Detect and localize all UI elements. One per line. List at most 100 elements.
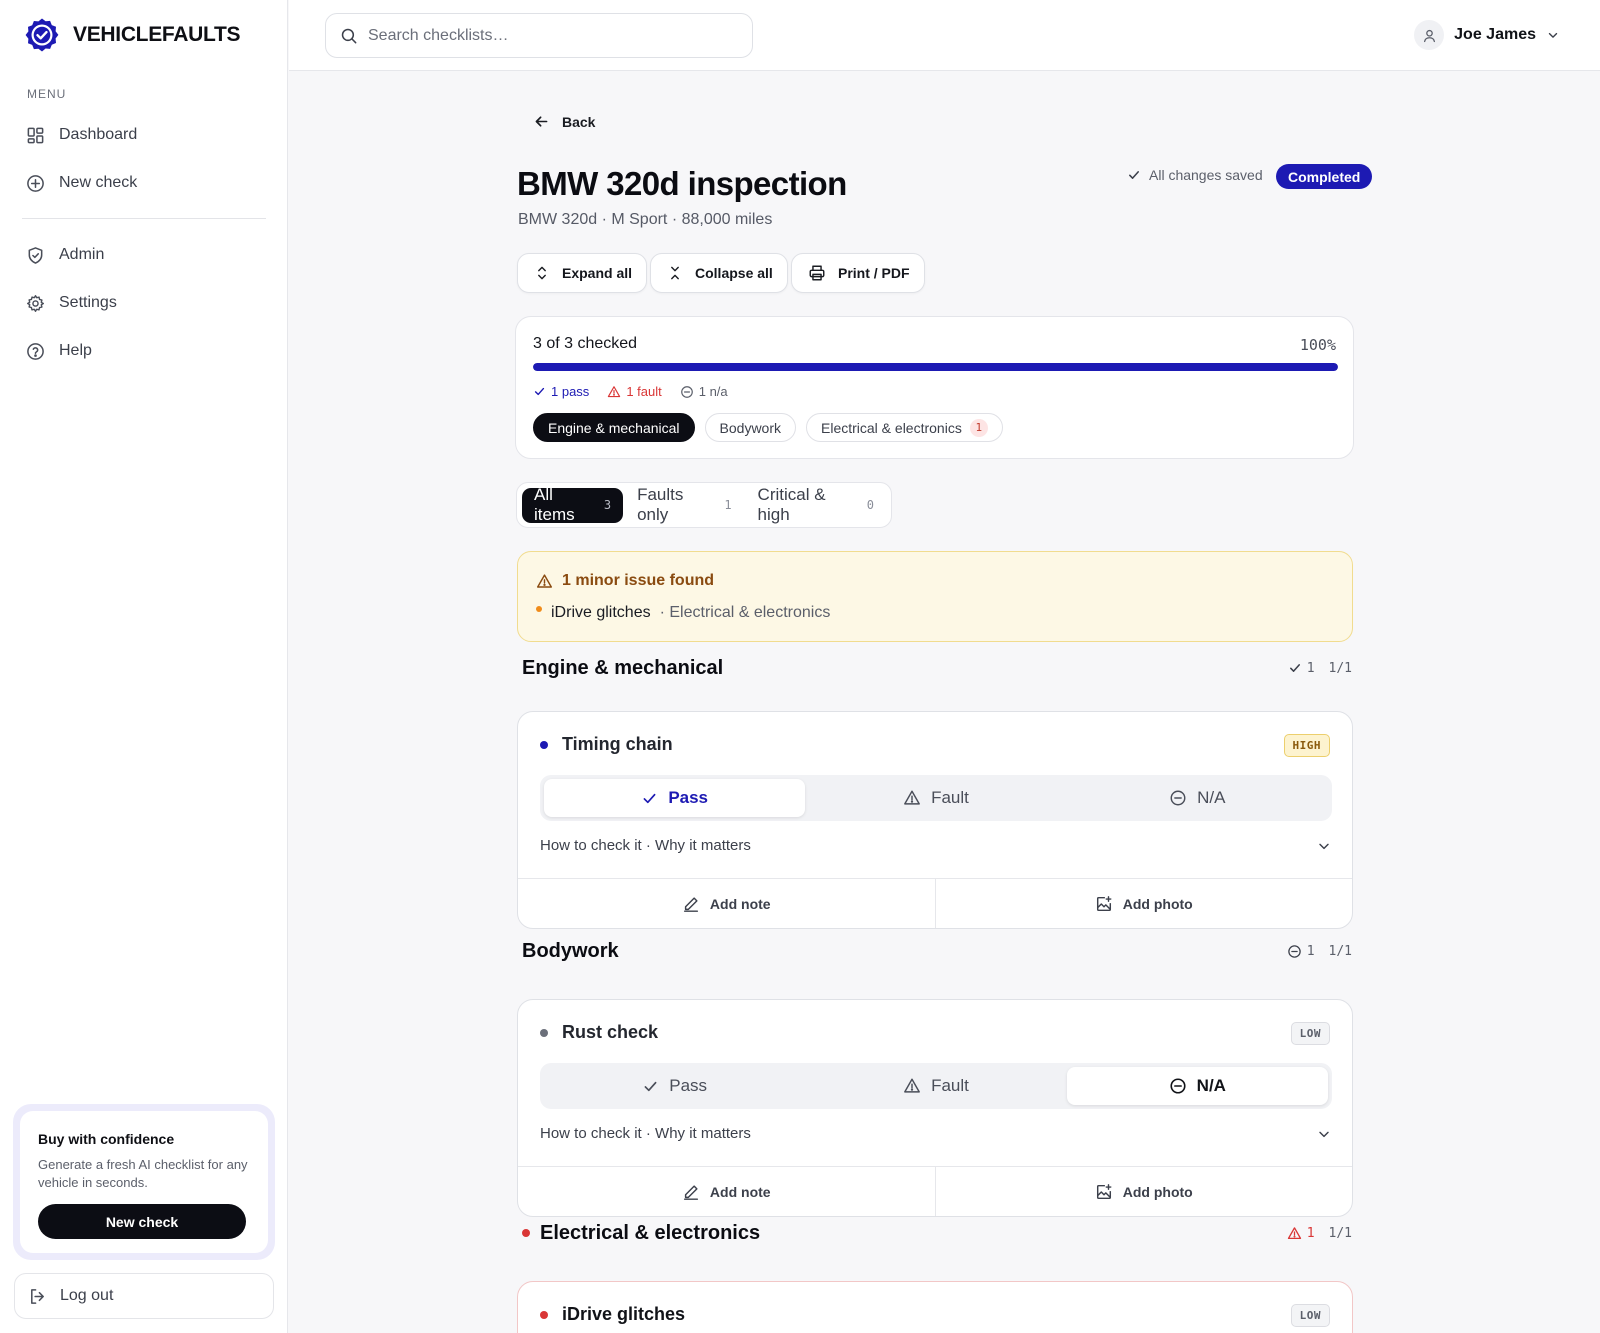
add-photo-button[interactable]: Add photo: [934, 1167, 1353, 1216]
sidebar-item-label: New check: [59, 174, 138, 191]
chevrons-collapse-icon: [667, 265, 683, 281]
help-circle-icon: [26, 342, 45, 361]
severity-badge: HIGH: [1283, 734, 1330, 757]
section-fraction: 1/1: [1328, 1225, 1352, 1241]
section-header-engine[interactable]: Engine & mechanical 1 1/1: [522, 653, 1354, 683]
add-note-button[interactable]: Add note: [518, 1167, 935, 1216]
save-status-text: All changes saved: [1149, 167, 1263, 183]
print-pdf-button[interactable]: Print / PDF: [791, 253, 925, 293]
pencil-icon: [682, 895, 700, 913]
brand[interactable]: VEHICLEFAULTS: [24, 17, 241, 53]
issue-name: iDrive glitches: [551, 604, 651, 621]
issue-item[interactable]: iDrive glitches · Electrical & electroni…: [536, 604, 830, 622]
sidebar-item-new-check[interactable]: New check: [14, 163, 272, 203]
shield-icon: [26, 246, 45, 265]
minus-circle-icon: [680, 385, 694, 399]
chevrons-expand-icon: [534, 265, 550, 281]
tab-faults-only[interactable]: Faults only 1: [625, 485, 743, 524]
pass-button[interactable]: Pass: [544, 1067, 805, 1105]
section-fraction: 1/1: [1328, 943, 1352, 959]
category-pills: Engine & mechanical Bodywork Electrical …: [533, 413, 1003, 442]
section-header-bodywork[interactable]: Bodywork 1 1/1: [522, 936, 1354, 966]
how-to-check-label: How to check it · Why it matters: [540, 837, 751, 854]
tab-count: 0: [866, 498, 875, 512]
section-fraction: 1/1: [1328, 660, 1352, 676]
promo-new-check-button[interactable]: New check: [38, 1204, 246, 1239]
category-pill-bodywork[interactable]: Bodywork: [704, 413, 796, 442]
image-plus-icon: [1095, 895, 1113, 913]
tab-label: All items: [534, 485, 575, 524]
how-to-check-toggle[interactable]: How to check it · Why it matters: [540, 837, 1332, 854]
pass-button[interactable]: Pass: [544, 779, 806, 817]
sidebar-item-label: Dashboard: [59, 126, 138, 143]
result-selector: Pass Fault N/A: [540, 1063, 1332, 1109]
category-pill-engine[interactable]: Engine & mechanical: [533, 413, 695, 442]
back-label: Back: [562, 113, 596, 130]
page-title: BMW 320d inspection: [517, 165, 847, 202]
item-actions: Add note Add photo: [518, 878, 1352, 928]
pencil-icon: [682, 1183, 700, 1201]
brand-name: VEHICLEFAULTS: [73, 23, 241, 46]
sidebar-item-help[interactable]: Help: [14, 331, 272, 371]
search-input[interactable]: Search checklists…: [325, 13, 753, 58]
checklist-item-rust-check: Rust check LOW Pass Fault N/A How to che…: [517, 999, 1353, 1217]
sidebar-item-admin[interactable]: Admin: [14, 235, 272, 275]
add-note-button[interactable]: Add note: [518, 879, 935, 928]
dashboard-icon: [26, 126, 45, 145]
filter-tabs: All items 3 Faults only 1 Critical & hig…: [516, 482, 892, 528]
na-button[interactable]: N/A: [1067, 779, 1328, 817]
add-photo-button[interactable]: Add photo: [934, 879, 1353, 928]
sidebar: VEHICLEFAULTS MENU Dashboard New check A…: [0, 0, 288, 1333]
user-menu[interactable]: Joe James: [1414, 20, 1560, 50]
category-pill-label: Engine & mechanical: [548, 419, 680, 436]
progress-percent: 100%: [1299, 336, 1336, 354]
promo-text: Generate a fresh AI checklist for any ve…: [38, 1157, 248, 1190]
section-meta: 1 1/1: [1288, 661, 1354, 676]
plus-circle-icon: [26, 174, 45, 193]
sidebar-item-settings[interactable]: Settings: [14, 283, 272, 323]
pass-count: 1 pass: [533, 384, 589, 399]
promo-title: Buy with confidence: [38, 1131, 175, 1147]
logout-button[interactable]: Log out: [14, 1273, 274, 1319]
progress-counts: 1 pass 1 fault 1 n/a: [533, 384, 728, 399]
section-status: 1: [1288, 661, 1315, 676]
check-icon: [642, 1078, 659, 1095]
minus-circle-icon: [1169, 1077, 1187, 1095]
collapse-all-button[interactable]: Collapse all: [650, 253, 788, 293]
item-status-dot: [540, 1028, 548, 1037]
minus-circle-icon: [1287, 944, 1302, 959]
pass-label: Pass: [668, 788, 709, 807]
checklist-item-timing-chain: Timing chain HIGH Pass Fault N/A How to …: [517, 711, 1353, 929]
add-photo-label: Add photo: [1122, 895, 1193, 912]
section-title: Engine & mechanical: [522, 656, 724, 679]
chevron-down-icon: [1316, 838, 1332, 854]
how-to-check-toggle[interactable]: How to check it · Why it matters: [540, 1125, 1332, 1142]
na-count-text: 1 n/a: [698, 384, 728, 399]
check-icon: [1127, 168, 1141, 182]
chevron-down-icon: [1546, 28, 1560, 42]
chevron-down-icon: [1316, 1126, 1332, 1142]
progress-bar-fill: [533, 363, 1338, 371]
na-button[interactable]: N/A: [1066, 1067, 1328, 1105]
fault-button[interactable]: Fault: [805, 779, 1066, 817]
section-status: 1: [1287, 1226, 1315, 1241]
section-meta: 1 1/1: [1287, 1226, 1354, 1241]
sidebar-item-dashboard[interactable]: Dashboard: [14, 115, 272, 155]
category-pill-label: Electrical & electronics: [821, 419, 962, 436]
arrow-left-icon: [533, 113, 550, 130]
item-actions: Add note Add photo: [518, 1166, 1352, 1216]
item-name: Timing chain: [562, 734, 673, 754]
section-title: Electrical & electronics: [540, 1221, 761, 1244]
fault-button[interactable]: Fault: [805, 1067, 1066, 1105]
expand-all-button[interactable]: Expand all: [517, 253, 648, 293]
result-selector: Pass Fault N/A: [540, 775, 1332, 821]
issues-alert: 1 minor issue found iDrive glitches · El…: [517, 551, 1353, 642]
section-header-electrical[interactable]: Electrical & electronics 1 1/1: [522, 1218, 1354, 1248]
tab-critical-high[interactable]: Critical & high 0: [746, 485, 886, 524]
promo-inner: Buy with confidence Generate a fresh AI …: [20, 1111, 268, 1253]
category-pill-electrical[interactable]: Electrical & electronics 1: [806, 413, 1003, 442]
pass-count-text: 1 pass: [551, 384, 590, 399]
back-button[interactable]: Back: [533, 113, 595, 130]
printer-icon: [808, 264, 826, 282]
tab-all-items[interactable]: All items 3: [522, 485, 624, 524]
